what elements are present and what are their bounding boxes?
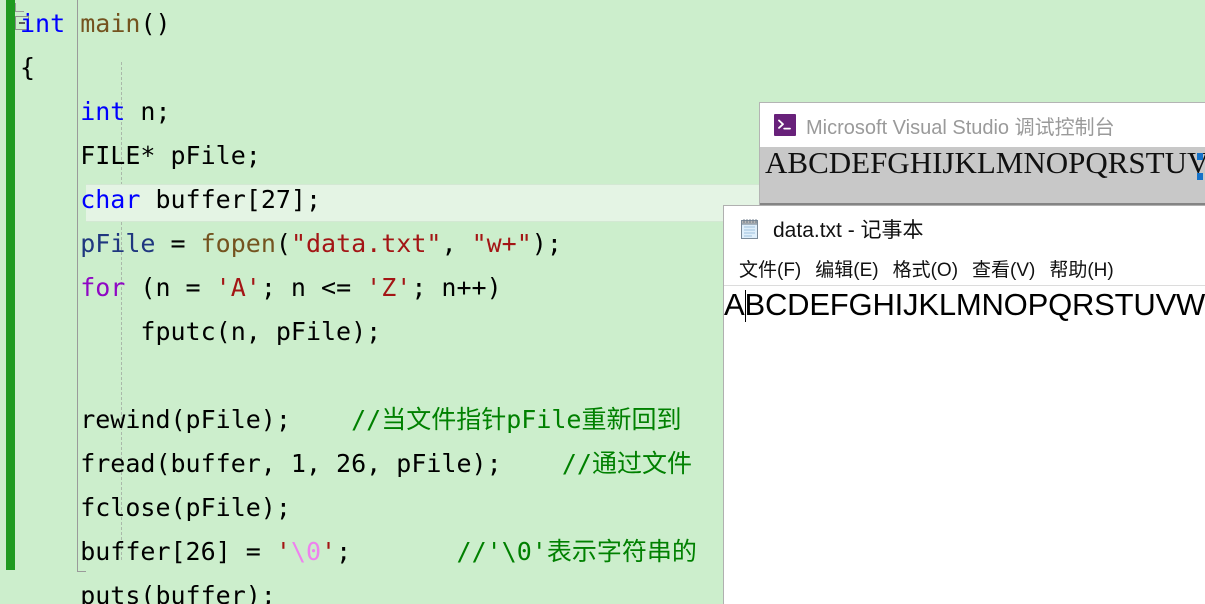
code-token: fopen [200,229,276,258]
code-token: int [20,9,66,38]
menu-help[interactable]: 帮助(H) [1042,255,1120,282]
code-token: = [155,229,201,258]
debug-console-title: Microsoft Visual Studio 调试控制台 [806,116,1115,139]
code-token: puts(buffer); [80,581,276,604]
notepad-text-area[interactable]: ABCDEFGHIJKLMNOPQRSTUVWXYZ [724,286,1205,604]
code-token: buffer[26] = [80,537,276,566]
menu-file[interactable]: 文件(F) [732,255,808,282]
code-token: ; n <= [260,273,367,302]
notepad-window[interactable]: data.txt - 记事本 文件(F) 编辑(E) 格式(O) 查看(V) 帮助(H)… [723,205,1205,604]
code-token: \0 [290,537,322,566]
menu-format[interactable]: 格式(O) [886,255,965,282]
notepad-document-text: ABCDEFGHIJKLMNOPQRSTUVWXYZ [724,287,1205,322]
text-caret [745,290,747,322]
code-token: char [80,185,141,214]
code-token: rewind(pFile); [80,405,291,434]
code-line[interactable]: { [0,46,1205,90]
code-token: ); [531,229,562,258]
notepad-title: data.txt - 记事本 [773,219,924,242]
code-token: 'A' [215,273,261,302]
code-token: //'\0'表示字符串的 [456,537,697,566]
debug-console-window[interactable]: Microsoft Visual Studio 调试控制台 ABCDEFGHIJ… [760,103,1205,206]
console-scroll-marker[interactable] [1197,173,1203,180]
code-token: , [441,229,472,258]
debug-console-output[interactable]: ABCDEFGHIJKLMNOPQRSTUVWXYZ [760,147,1205,205]
code-token: 'Z' [366,273,412,302]
code-token: ; n++) [411,273,502,302]
notepad-titlebar[interactable]: data.txt - 记事本 [724,206,1205,252]
code-token: ' [321,537,337,566]
code-token: fputc(n, pFile); [140,317,382,346]
code-token: pFile [80,229,156,258]
code-token: (n = [125,273,216,302]
code-token: ( [275,229,291,258]
console-cmd-icon [774,114,796,136]
code-token: int [80,97,126,126]
code-token: { [20,53,36,82]
menu-edit[interactable]: 编辑(E) [808,255,885,282]
code-token: "w+" [471,229,532,258]
screen-root: //int main(){int n;FILE* pFile;char buff… [0,0,1205,604]
debug-console-titlebar[interactable]: Microsoft Visual Studio 调试控制台 [760,103,1205,147]
code-token: FILE* pFile; [80,141,261,170]
code-token: () [140,9,171,38]
code-token: //通过文件 [561,449,692,478]
debug-console-output-text: ABCDEFGHIJKLMNOPQRSTUVWXYZ [765,147,1205,180]
code-token: //当文件指针pFile重新回到 [351,405,682,434]
code-token: main [80,9,141,38]
code-token: ' [275,537,291,566]
code-token: buffer[27]; [140,185,322,214]
notepad-icon [737,216,763,242]
code-token: n; [125,97,171,126]
menu-view[interactable]: 查看(V) [965,255,1042,282]
code-token: for [80,273,126,302]
code-token: ; [336,537,352,566]
notepad-menubar[interactable]: 文件(F) 编辑(E) 格式(O) 查看(V) 帮助(H) [724,252,1205,286]
console-scroll-marker[interactable] [1197,153,1203,160]
code-token: fclose(pFile); [80,493,291,522]
code-token: "data.txt" [290,229,442,258]
code-token: fread(buffer, 1, 26, pFile); [80,449,502,478]
code-line[interactable]: int main() [0,2,1205,46]
